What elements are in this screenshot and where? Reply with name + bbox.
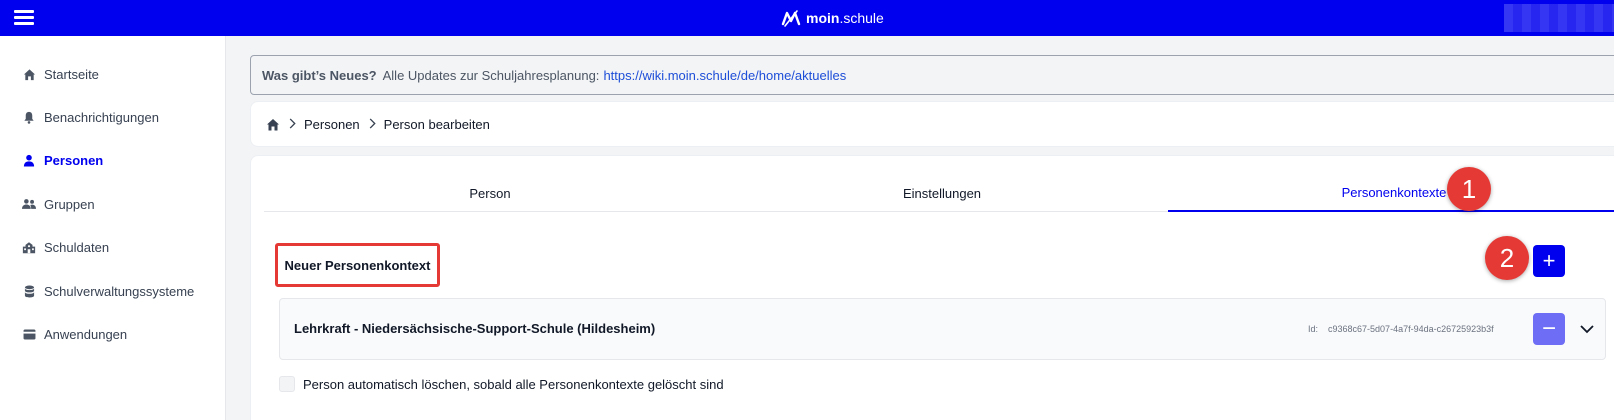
- auto-delete-option: Person automatisch löschen, sobald alle …: [279, 375, 724, 393]
- add-context-button[interactable]: +: [1533, 245, 1565, 277]
- menu-icon[interactable]: [12, 6, 36, 30]
- step-marker-1: 1: [1447, 167, 1491, 211]
- news-text: Alle Updates zur Schuljahresplanung:: [382, 67, 600, 83]
- sidebar-item-schulverwaltungssysteme[interactable]: Schulverwaltungssysteme: [22, 281, 194, 301]
- home-icon[interactable]: [266, 118, 280, 131]
- tab-personenkontexte[interactable]: Personenkontexte: [1168, 174, 1614, 212]
- breadcrumb: Personen Person bearbeiten: [250, 101, 1614, 147]
- sidebar-item-anwendungen[interactable]: Anwendungen: [22, 324, 127, 344]
- context-title: Lehrkraft - Niedersächsische-Support-Sch…: [294, 321, 656, 336]
- card-icon: [22, 327, 36, 341]
- database-icon: [22, 284, 36, 298]
- person-icon: [22, 153, 36, 167]
- sidebar-item-label: Personen: [44, 152, 104, 168]
- context-id-value: c9368c67-5d07-4a7f-94da-c26725923b3f: [1328, 324, 1494, 334]
- breadcrumb-item-personen[interactable]: Personen: [304, 117, 360, 132]
- sidebar-item-label: Startseite: [44, 66, 99, 82]
- context-row[interactable]: Lehrkraft - Niedersächsische-Support-Sch…: [279, 298, 1606, 360]
- logo-mark-icon: [781, 10, 801, 27]
- context-id-label: Id:: [1308, 324, 1319, 334]
- tab-einstellungen[interactable]: Einstellungen: [716, 174, 1168, 212]
- top-bar: moin .schule: [0, 0, 1614, 36]
- sidebar-item-label: Schuldaten: [44, 239, 110, 255]
- remove-context-button[interactable]: −: [1533, 313, 1565, 345]
- step-marker-2: 2: [1485, 236, 1529, 280]
- tab-person[interactable]: Person: [264, 174, 716, 212]
- news-banner: Was gibt’s Neues? Alle Updates zur Schul…: [250, 55, 1614, 95]
- sidebar-item-benachrichtigungen[interactable]: Benachrichtigungen: [22, 107, 159, 127]
- sidebar-item-label: Anwendungen: [44, 326, 128, 342]
- sidebar-item-gruppen[interactable]: Gruppen: [22, 194, 95, 214]
- auto-delete-checkbox[interactable]: [279, 376, 295, 392]
- breadcrumb-item-current: Person bearbeiten: [383, 116, 490, 132]
- context-id: Id: c9368c67-5d07-4a7f-94da-c26725923b3f: [1308, 324, 1494, 334]
- logo-text-bold: moin: [806, 10, 840, 26]
- news-link[interactable]: https://wiki.moin.schule/de/home/aktuell…: [603, 68, 846, 83]
- tab-bar: Person Einstellungen Personenkontexte: [264, 174, 1614, 212]
- sidebar: Startseite Benachrichtigungen Personen G…: [0, 36, 226, 420]
- sidebar-item-label: Gruppen: [44, 196, 95, 212]
- auto-delete-label[interactable]: Person automatisch löschen, sobald alle …: [303, 377, 724, 392]
- chevron-right-icon: [288, 117, 296, 132]
- user-menu[interactable]: [1504, 4, 1614, 32]
- home-icon: [22, 67, 36, 81]
- sidebar-item-personen[interactable]: Personen: [22, 150, 103, 170]
- sidebar-item-schuldaten[interactable]: Schuldaten: [22, 237, 109, 257]
- sidebar-item-label: Schulverwaltungssysteme: [44, 283, 195, 299]
- group-icon: [22, 197, 36, 211]
- chevron-down-icon[interactable]: [1577, 319, 1597, 339]
- app-logo[interactable]: moin .schule: [780, 7, 884, 29]
- sidebar-item-label: Benachrichtigungen: [44, 109, 159, 125]
- news-heading: Was gibt’s Neues?: [262, 67, 377, 83]
- logo-text-rest: .schule: [839, 10, 884, 26]
- chevron-right-icon: [368, 117, 376, 132]
- school-icon: [22, 240, 36, 254]
- sidebar-item-startseite[interactable]: Startseite: [22, 64, 99, 84]
- new-context-heading: Neuer Personenkontext: [275, 243, 440, 287]
- bell-icon: [22, 110, 36, 124]
